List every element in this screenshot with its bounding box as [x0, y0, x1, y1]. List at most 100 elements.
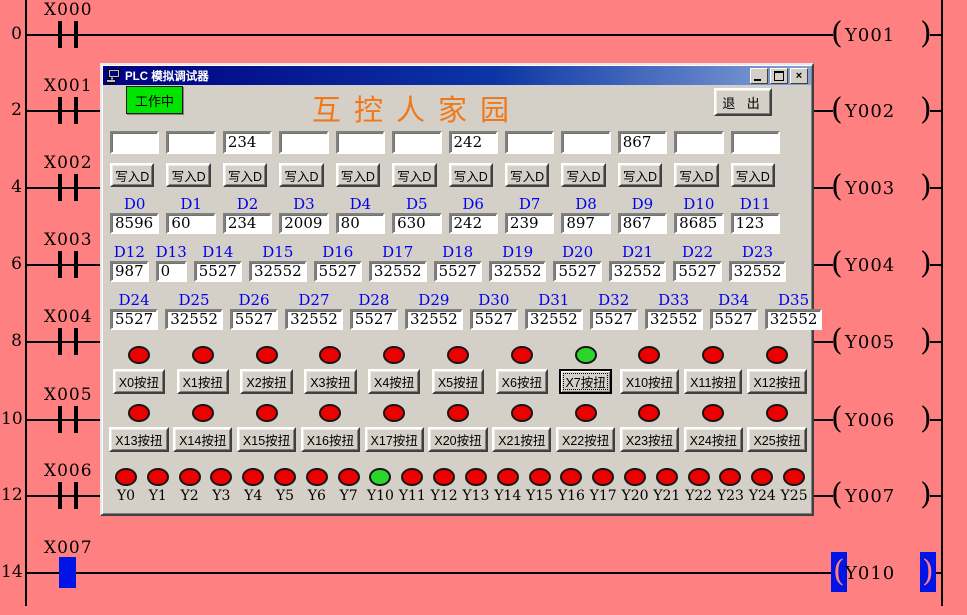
write-value-input[interactable]: [674, 131, 723, 154]
write-register-button[interactable]: 写入D: [279, 163, 323, 187]
input-toggle-button[interactable]: X1按扭: [177, 369, 229, 394]
register-value[interactable]: 5527: [194, 261, 242, 282]
contact-symbol[interactable]: [56, 172, 80, 203]
input-toggle-button[interactable]: X22按扭: [556, 427, 615, 452]
register-value[interactable]: 32552: [165, 309, 223, 330]
write-register-button[interactable]: 写入D: [449, 163, 493, 187]
register-value[interactable]: 987: [110, 261, 149, 282]
register-value[interactable]: 32552: [525, 309, 583, 330]
register-value[interactable]: 897: [561, 213, 610, 234]
write-value-input[interactable]: [166, 131, 215, 154]
register-value[interactable]: 5527: [230, 309, 278, 330]
write-register-button[interactable]: 写入D: [618, 163, 662, 187]
write-value-input[interactable]: [731, 131, 780, 154]
write-register-button[interactable]: 写入D: [505, 163, 549, 187]
input-toggle-button[interactable]: X15按扭: [237, 427, 296, 452]
input-toggle-button[interactable]: X4按扭: [368, 369, 420, 394]
register-value[interactable]: 867: [618, 213, 667, 234]
contact-symbol[interactable]: [56, 557, 80, 588]
contact-symbol[interactable]: [56, 95, 80, 126]
register-value[interactable]: 234: [223, 213, 272, 234]
write-value-input[interactable]: [110, 131, 159, 154]
write-register-button[interactable]: 写入D: [223, 163, 267, 187]
input-toggle-button[interactable]: X24按扭: [684, 427, 743, 452]
window-titlebar[interactable]: PLC 模拟调试器 ×: [103, 66, 811, 85]
register-value[interactable]: 0: [156, 261, 187, 282]
register-value[interactable]: 80: [336, 213, 385, 234]
input-toggle-button[interactable]: X13按扭: [109, 427, 168, 452]
write-register-button[interactable]: 写入D: [392, 163, 436, 187]
write-value-input[interactable]: [336, 131, 385, 154]
input-toggle-button[interactable]: X25按扭: [747, 427, 806, 452]
input-toggle-button[interactable]: X12按扭: [747, 369, 806, 394]
write-register-button[interactable]: 写入D: [731, 163, 775, 187]
contact-symbol[interactable]: [56, 404, 80, 435]
write-register-button[interactable]: 写入D: [110, 163, 154, 187]
maximize-button[interactable]: [770, 68, 788, 84]
input-toggle-button[interactable]: X7按扭: [559, 369, 611, 394]
register-value[interactable]: 5527: [590, 309, 638, 330]
write-register-button[interactable]: 写入D: [336, 163, 380, 187]
input-toggle-button[interactable]: X16按扭: [301, 427, 360, 452]
register-value[interactable]: 32552: [369, 261, 427, 282]
register-value[interactable]: 242: [449, 213, 498, 234]
write-value-input[interactable]: 242: [449, 131, 498, 154]
register-value[interactable]: 630: [392, 213, 441, 234]
register-value[interactable]: 8596: [110, 213, 159, 234]
input-toggle-button[interactable]: X10按扭: [620, 369, 679, 394]
input-toggle-button[interactable]: X6按扭: [496, 369, 548, 394]
register-value[interactable]: 8685: [674, 213, 723, 234]
minimize-button[interactable]: [750, 68, 768, 84]
register-value[interactable]: 32552: [729, 261, 787, 282]
register-value[interactable]: 32552: [765, 309, 823, 330]
input-toggle-button[interactable]: X14按扭: [173, 427, 232, 452]
input-toggle-button[interactable]: X2按扭: [240, 369, 292, 394]
register-value[interactable]: 5527: [314, 261, 362, 282]
register-value[interactable]: 5527: [553, 261, 601, 282]
contact-symbol[interactable]: [56, 19, 80, 50]
coil-symbol[interactable]: ( Y010 ): [0, 538, 967, 615]
register-label: D13: [156, 245, 187, 260]
write-value-input[interactable]: [279, 131, 328, 154]
status-working-button[interactable]: 工作中: [126, 86, 183, 114]
input-toggle-button[interactable]: X21按扭: [492, 427, 551, 452]
register-value[interactable]: 32552: [609, 261, 667, 282]
input-toggle-button[interactable]: X17按扭: [365, 427, 424, 452]
input-toggle-button[interactable]: X23按扭: [620, 427, 679, 452]
input-toggle-button[interactable]: X0按扭: [113, 369, 165, 394]
write-register-button[interactable]: 写入D: [561, 163, 605, 187]
register-value[interactable]: 5527: [434, 261, 482, 282]
input-toggle-button[interactable]: X5按扭: [432, 369, 484, 394]
register-value[interactable]: 32552: [405, 309, 463, 330]
exit-button[interactable]: 退 出: [714, 88, 772, 116]
write-value-input[interactable]: [561, 131, 610, 154]
register-value[interactable]: 60: [166, 213, 215, 234]
input-led: [128, 404, 150, 422]
register-value[interactable]: 5527: [710, 309, 758, 330]
close-button[interactable]: ×: [790, 68, 808, 84]
register-value[interactable]: 239: [505, 213, 554, 234]
write-register-button[interactable]: 写入D: [674, 163, 718, 187]
register-value[interactable]: 5527: [110, 309, 158, 330]
write-value-input[interactable]: 234: [223, 131, 272, 154]
input-toggle-button[interactable]: X3按扭: [304, 369, 356, 394]
register-value[interactable]: 5527: [350, 309, 398, 330]
write-value-input[interactable]: 867: [618, 131, 667, 154]
register-value[interactable]: 123: [731, 213, 780, 234]
contact-symbol[interactable]: [56, 480, 80, 511]
input-toggle-button[interactable]: X11按扭: [684, 369, 742, 394]
contact-symbol[interactable]: [56, 249, 80, 280]
write-value-input[interactable]: [505, 131, 554, 154]
write-register-button[interactable]: 写入D: [166, 163, 210, 187]
contact-symbol[interactable]: [56, 326, 80, 357]
register-label: D2: [223, 197, 272, 212]
register-value[interactable]: 2009: [279, 213, 328, 234]
register-value[interactable]: 32552: [249, 261, 307, 282]
register-value[interactable]: 5527: [470, 309, 518, 330]
register-value[interactable]: 32552: [285, 309, 343, 330]
register-value[interactable]: 5527: [673, 261, 721, 282]
write-value-input[interactable]: [392, 131, 441, 154]
register-value[interactable]: 32552: [489, 261, 547, 282]
input-toggle-button[interactable]: X20按扭: [428, 427, 487, 452]
register-value[interactable]: 32552: [645, 309, 703, 330]
